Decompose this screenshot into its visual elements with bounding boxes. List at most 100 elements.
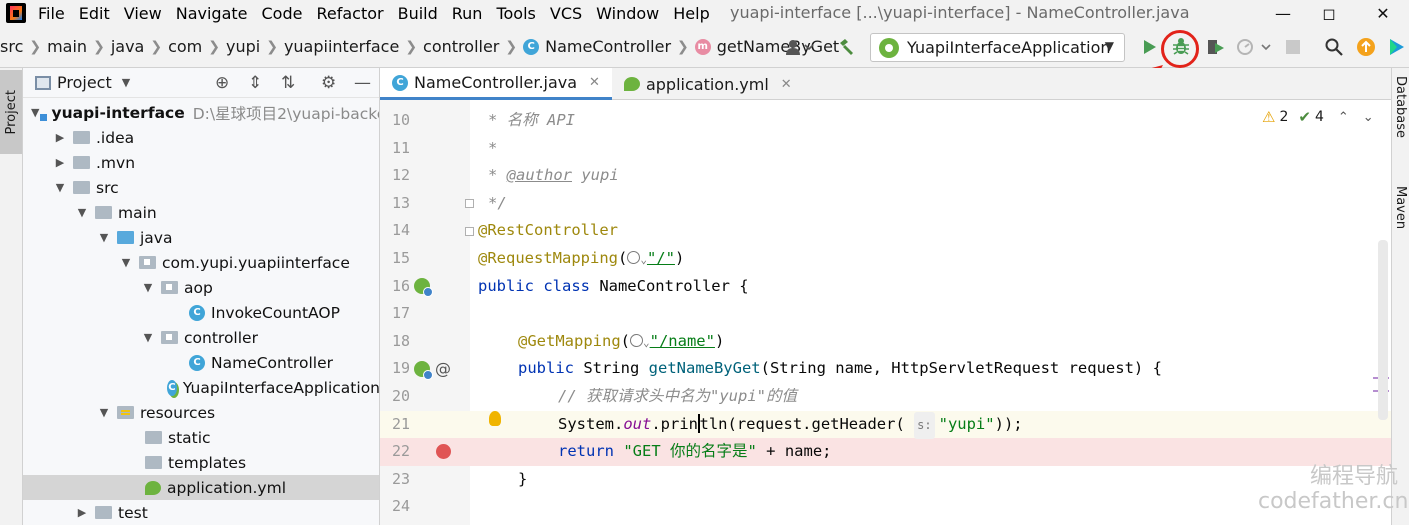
chevron-down-icon[interactable]: ▼ <box>75 206 89 219</box>
chevron-right-icon[interactable]: ▶ <box>53 131 67 144</box>
chevron-down-icon[interactable]: ▼ <box>97 231 111 244</box>
chevron-down-icon[interactable]: ⌄ <box>640 253 647 266</box>
tree-item-controller[interactable]: ▼ controller <box>23 325 379 350</box>
menu-view[interactable]: View <box>124 4 162 23</box>
spring-mapping-icon[interactable] <box>414 361 433 380</box>
crumb-separator-icon: ❯ <box>405 38 418 55</box>
fold-icon[interactable] <box>465 227 474 236</box>
gear-icon[interactable]: ⚙ <box>321 73 336 93</box>
menu-tools[interactable]: Tools <box>496 4 535 23</box>
javadoc-tag: @author <box>506 166 572 185</box>
fold-icon[interactable] <box>465 199 474 208</box>
user-icon[interactable] <box>782 33 816 61</box>
tree-item-aop[interactable]: ▼ aop <box>23 275 379 300</box>
crumb-yupi[interactable]: yupi ❯ <box>226 37 284 56</box>
chevron-down-icon[interactable]: ▼ <box>53 181 67 194</box>
menu-refactor[interactable]: Refactor <box>316 4 383 23</box>
stop-icon[interactable] <box>1283 33 1303 61</box>
close-icon[interactable]: ✕ <box>781 77 792 92</box>
crumb-src[interactable]: src ❯ <box>0 37 47 56</box>
tree-item-package[interactable]: ▼ com.yupi.yuapiinterface <box>23 250 379 275</box>
run-icon[interactable] <box>1140 33 1160 61</box>
close-icon[interactable]: ✕ <box>1360 0 1406 26</box>
project-panel-title[interactable]: Project <box>57 73 112 92</box>
crumb-main[interactable]: main ❯ <box>47 37 111 56</box>
inspection-widget[interactable]: ⚠ 2 ✔ 4 ⌃ ⌄ <box>1262 108 1374 126</box>
code-line-21[interactable]: System.out.println(request.getHeader( s:… <box>558 411 1023 440</box>
chevron-up-icon[interactable]: ⌃ <box>1338 110 1349 125</box>
tree-item-namecontroller[interactable]: C NameController <box>23 350 379 375</box>
menu-navigate[interactable]: Navigate <box>176 4 248 23</box>
update-icon[interactable] <box>1354 33 1378 61</box>
chevron-down-icon[interactable]: ▼ <box>31 106 39 119</box>
database-tool-tab[interactable]: Database <box>1393 76 1408 142</box>
profile-icon[interactable] <box>1234 33 1274 61</box>
lightbulb-icon[interactable] <box>489 411 501 426</box>
crumb-namecontroller[interactable]: C NameController ❯ <box>523 37 695 56</box>
run-configuration-select[interactable]: YuapiInterfaceApplication ▼ <box>870 33 1125 62</box>
tree-item-application[interactable]: C YuapiInterfaceApplication <box>23 375 379 400</box>
tree-item-main[interactable]: ▼ main <box>23 200 379 225</box>
chevron-right-icon[interactable]: ▶ <box>75 506 89 519</box>
check-icon: ✔ <box>1298 108 1311 126</box>
menu-window[interactable]: Window <box>596 4 659 23</box>
tree-item-resources[interactable]: ▼ resources <box>23 400 379 425</box>
menu-help[interactable]: Help <box>673 4 709 23</box>
menu-vcs[interactable]: VCS <box>550 4 582 23</box>
tab-namecontroller[interactable]: C NameController.java ✕ <box>380 68 612 100</box>
tab-application-yml[interactable]: application.yml ✕ <box>612 68 804 100</box>
tree-item-src[interactable]: ▼ src <box>23 175 379 200</box>
module-path: D:\星球项目2\yuapi-backe <box>192 104 380 123</box>
menu-build[interactable]: Build <box>398 4 438 23</box>
tree-item-application-yml[interactable]: application.yml <box>23 475 379 500</box>
search-icon[interactable] <box>1322 33 1346 61</box>
code-line-15: @RequestMapping(⌄"/") <box>478 249 685 267</box>
tree-item-test[interactable]: ▶ test <box>23 500 379 525</box>
chevron-down-icon[interactable]: ⌄ <box>1363 110 1374 125</box>
minimize-icon[interactable]: — <box>1260 0 1306 26</box>
tree-item-mvn[interactable]: ▶ .mvn <box>23 150 379 175</box>
chevron-down-icon[interactable]: ⌄ <box>643 336 650 349</box>
tree-item-static[interactable]: static <box>23 425 379 450</box>
menu-run[interactable]: Run <box>452 4 483 23</box>
globe-icon[interactable] <box>627 251 641 264</box>
breakpoint-icon[interactable] <box>436 444 451 459</box>
chevron-down-icon[interactable]: ▼ <box>141 281 155 294</box>
expand-all-icon[interactable]: ⇕ <box>248 73 262 93</box>
globe-icon[interactable] <box>630 333 643 347</box>
chevron-down-icon[interactable]: ▼ <box>97 406 111 419</box>
menu-file[interactable]: File <box>38 4 65 23</box>
chevron-down-icon[interactable]: ▼ <box>141 331 155 344</box>
chevron-down-icon[interactable]: ▼ <box>119 256 133 269</box>
close-icon[interactable]: ✕ <box>589 75 600 90</box>
hide-panel-icon[interactable]: — <box>354 73 371 93</box>
package-icon <box>161 281 178 294</box>
menu-code[interactable]: Code <box>262 4 303 23</box>
code-line-22[interactable]: return "GET 你的名字是" + name; <box>558 438 832 466</box>
crumb-java[interactable]: java ❯ <box>111 37 168 56</box>
tree-item-java[interactable]: ▼ java <box>23 225 379 250</box>
editor-scrollbar[interactable] <box>1378 240 1388 420</box>
spring-bean-icon[interactable] <box>414 278 433 297</box>
hammer-icon[interactable] <box>833 33 859 61</box>
menu-edit[interactable]: Edit <box>79 4 110 23</box>
chevron-right-icon[interactable]: ▶ <box>53 156 67 169</box>
project-tool-tab[interactable]: Project <box>0 70 22 154</box>
maven-tool-tab[interactable]: Maven <box>1393 186 1408 233</box>
string-literal: "GET 你的名字是" <box>623 442 757 461</box>
override-at-icon[interactable]: @ <box>435 359 451 378</box>
crumb-yuapiinterface[interactable]: yuapiinterface ❯ <box>284 37 423 56</box>
tree-item-templates[interactable]: templates <box>23 450 379 475</box>
locate-icon[interactable]: ⊕ <box>215 73 229 93</box>
tree-item-idea[interactable]: ▶ .idea <box>23 125 379 150</box>
crumb-getnamebyget[interactable]: m getNameByGet <box>694 37 839 56</box>
toolbox-icon[interactable] <box>1386 33 1408 61</box>
chevron-down-icon[interactable]: ▼ <box>122 76 130 89</box>
crumb-com[interactable]: com ❯ <box>168 37 226 56</box>
tree-item-yuapi-interface[interactable]: ▼ yuapi-interface D:\星球项目2\yuapi-backe <box>23 100 380 125</box>
tree-item-invokecountaop[interactable]: C InvokeCountAOP <box>23 300 379 325</box>
maximize-icon[interactable]: ◻ <box>1306 0 1352 26</box>
crumb-controller[interactable]: controller ❯ <box>423 37 523 56</box>
collapse-all-icon[interactable]: ⇅ <box>281 73 295 93</box>
coverage-icon[interactable] <box>1204 33 1228 61</box>
